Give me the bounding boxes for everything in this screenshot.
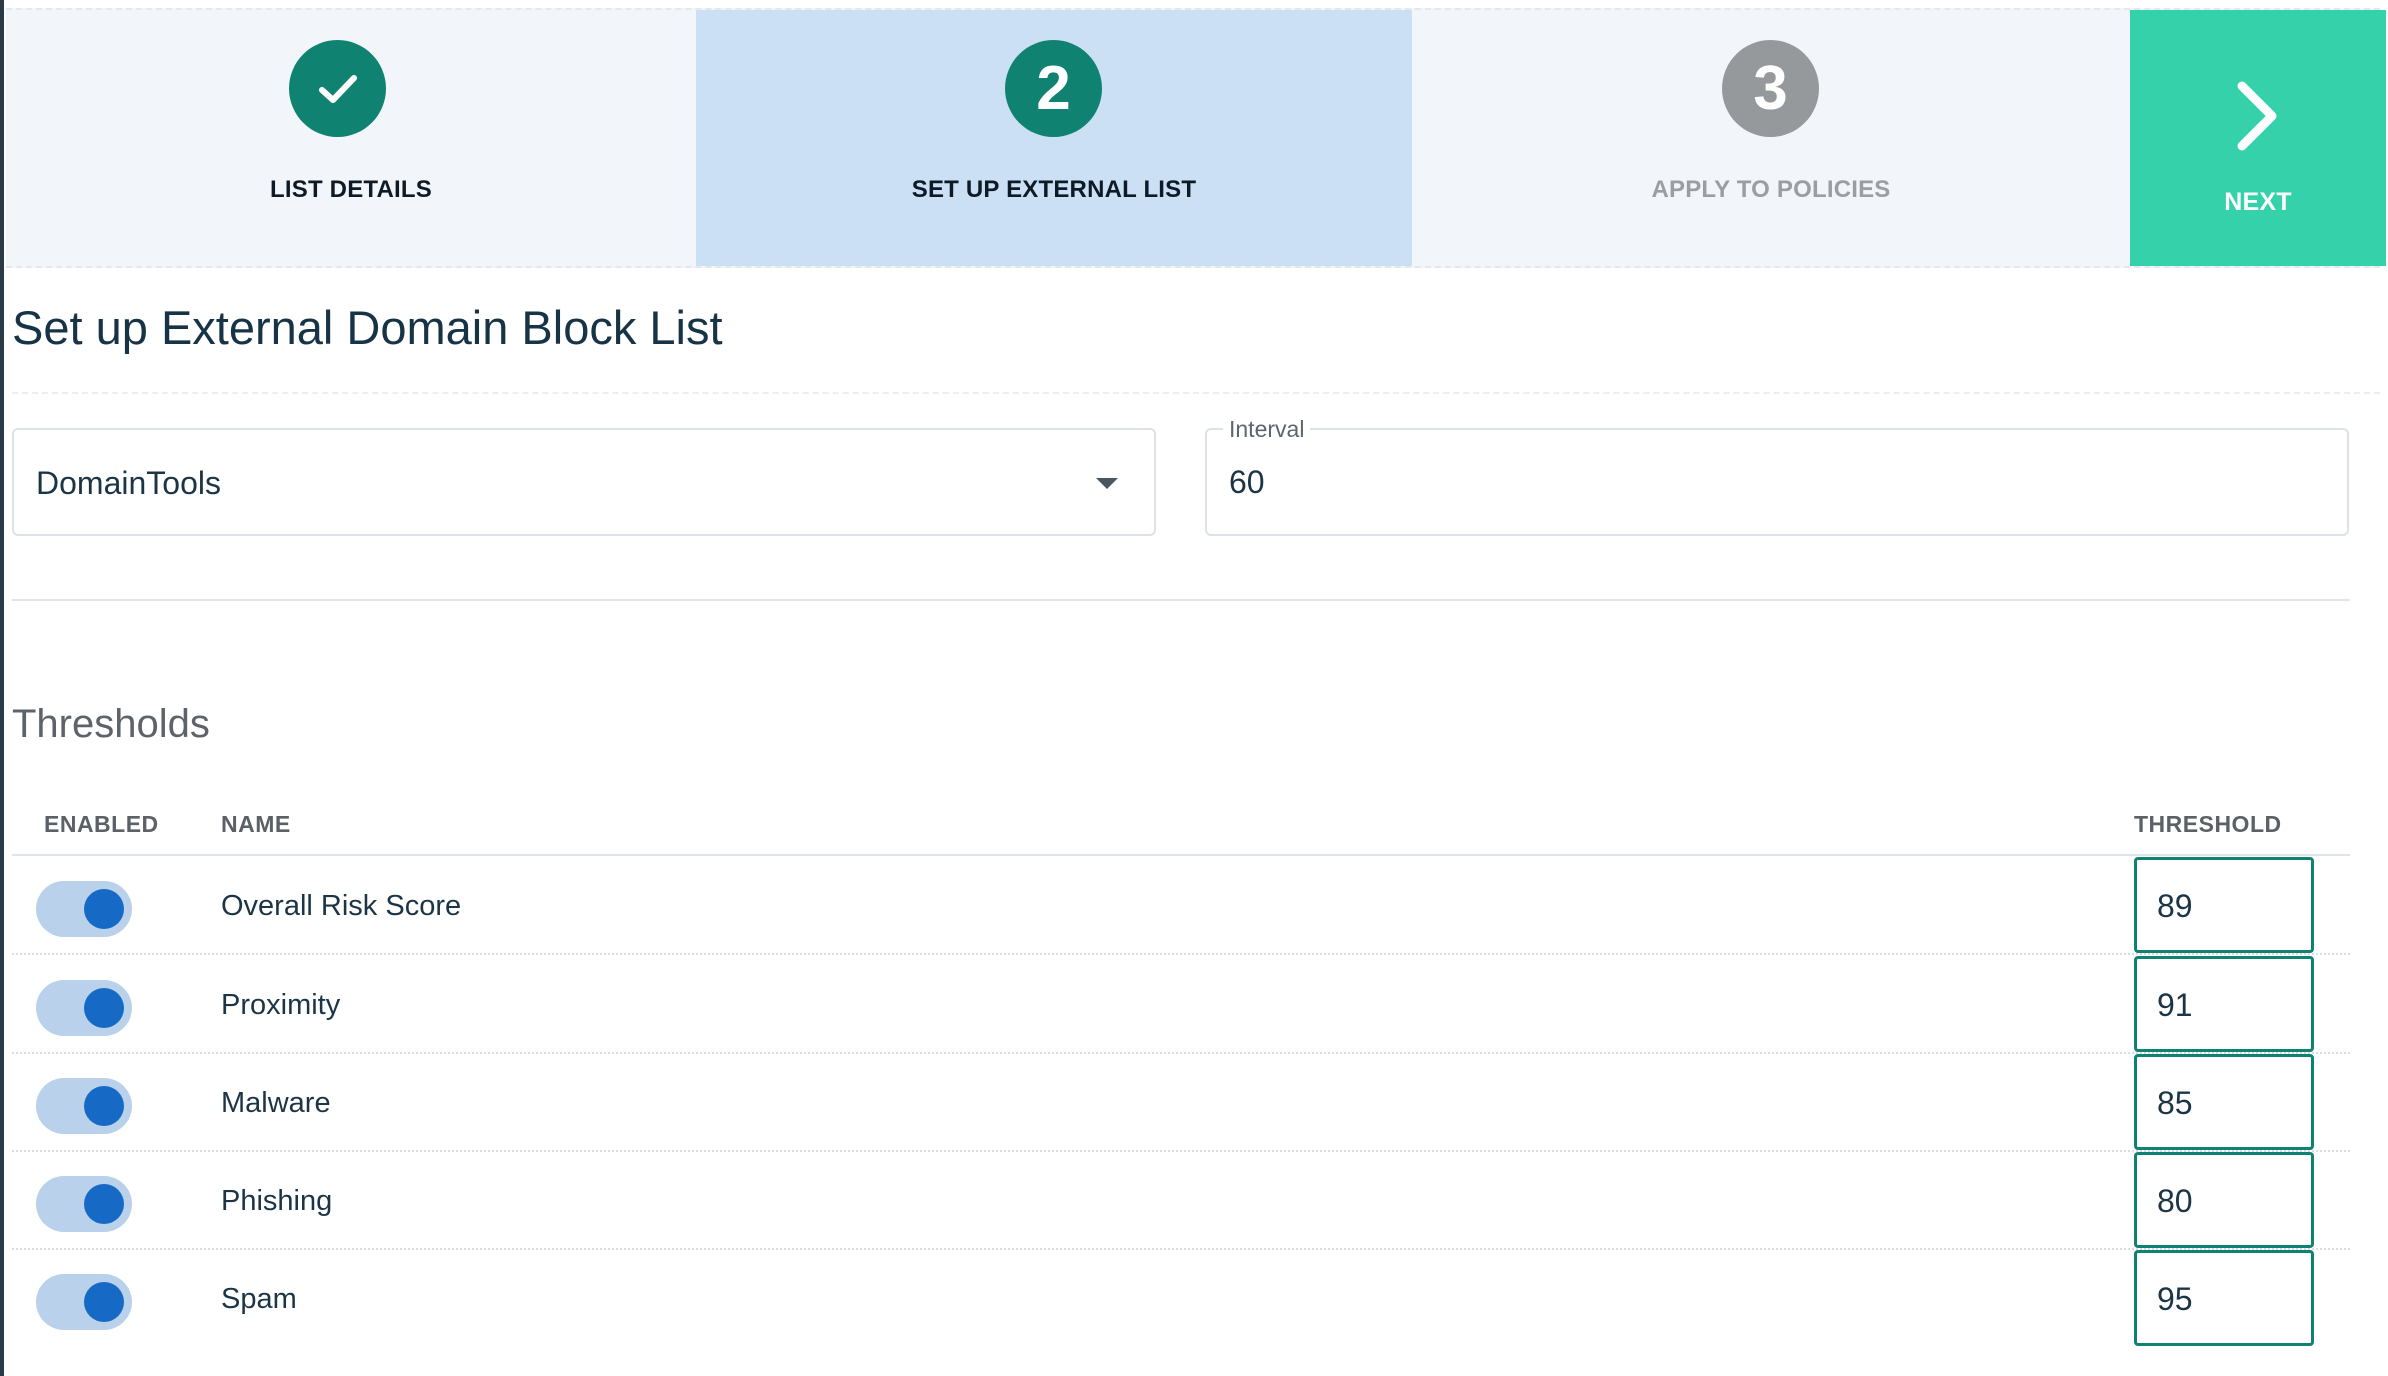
caret-down-icon — [1096, 478, 1118, 489]
toggle-knob — [84, 889, 124, 929]
enabled-toggle[interactable] — [36, 980, 132, 1036]
title-divider — [12, 392, 2380, 394]
step-1-label: LIST DETAILS — [270, 176, 432, 203]
table-row: Spam — [12, 1250, 2350, 1348]
step-list-details[interactable]: LIST DETAILS — [6, 10, 696, 266]
provider-select[interactable]: DomainTools — [12, 428, 1156, 536]
column-header-threshold: THRESHOLD — [2134, 811, 2282, 837]
enabled-toggle[interactable] — [36, 881, 132, 937]
next-button[interactable]: NEXT — [2130, 10, 2386, 266]
threshold-field[interactable] — [2134, 857, 2314, 953]
threshold-input[interactable] — [2157, 1081, 2297, 1125]
threshold-name: Malware — [221, 1087, 331, 1119]
threshold-field[interactable] — [2134, 956, 2314, 1052]
threshold-name: Spam — [221, 1283, 297, 1315]
threshold-name: Overall Risk Score — [221, 890, 462, 922]
enabled-toggle[interactable] — [36, 1274, 132, 1330]
chevron-right-icon — [2237, 81, 2277, 151]
table-row: Phishing — [12, 1152, 2350, 1250]
thresholds-heading: Thresholds — [12, 702, 210, 746]
threshold-input[interactable] — [2157, 1277, 2297, 1321]
column-header-enabled: ENABLED — [44, 811, 159, 837]
toggle-knob — [84, 988, 124, 1028]
threshold-field[interactable] — [2134, 1054, 2314, 1150]
step-2-number: 2 — [1005, 40, 1102, 137]
next-label: NEXT — [2224, 188, 2292, 216]
table-row: Proximity — [12, 956, 2350, 1054]
threshold-field[interactable] — [2134, 1250, 2314, 1346]
row-divider — [12, 953, 2350, 955]
interval-label: Interval — [1223, 416, 1311, 443]
threshold-field[interactable] — [2134, 1152, 2314, 1248]
threshold-input[interactable] — [2157, 1179, 2297, 1223]
table-row: Malware — [12, 1054, 2350, 1152]
step-2-label: SET UP EXTERNAL LIST — [911, 176, 1197, 203]
threshold-input[interactable] — [2157, 983, 2297, 1027]
step-1-complete-circle — [289, 40, 386, 137]
provider-select-value: DomainTools — [36, 465, 221, 501]
toggle-knob — [84, 1282, 124, 1322]
window-left-edge — [0, 0, 4, 1376]
step-apply-to-policies[interactable]: 3 APPLY TO POLICIES — [1412, 10, 2130, 266]
enabled-toggle[interactable] — [36, 1176, 132, 1232]
table-header-divider — [12, 854, 2350, 856]
table-row: Overall Risk Score — [12, 857, 2350, 955]
page-title: Set up External Domain Block List — [12, 301, 723, 354]
step-3-number: 3 — [1722, 40, 1819, 137]
threshold-name: Proximity — [221, 989, 341, 1021]
wizard-stepper: LIST DETAILS 2 SET UP EXTERNAL LIST 3 AP… — [6, 8, 2386, 268]
interval-field[interactable]: Interval — [1205, 416, 2349, 536]
enabled-toggle[interactable] — [36, 1078, 132, 1134]
section-divider — [12, 599, 2350, 601]
checkmark-icon — [318, 74, 357, 103]
toggle-knob — [84, 1184, 124, 1224]
toggle-knob — [84, 1086, 124, 1126]
step-3-label: APPLY TO POLICIES — [1651, 176, 1891, 203]
threshold-name: Phishing — [221, 1185, 333, 1217]
step-set-up-external-list[interactable]: 2 SET UP EXTERNAL LIST — [696, 10, 1412, 266]
column-header-name: NAME — [221, 811, 291, 837]
threshold-input[interactable] — [2157, 884, 2297, 928]
interval-input[interactable] — [1229, 460, 2319, 504]
